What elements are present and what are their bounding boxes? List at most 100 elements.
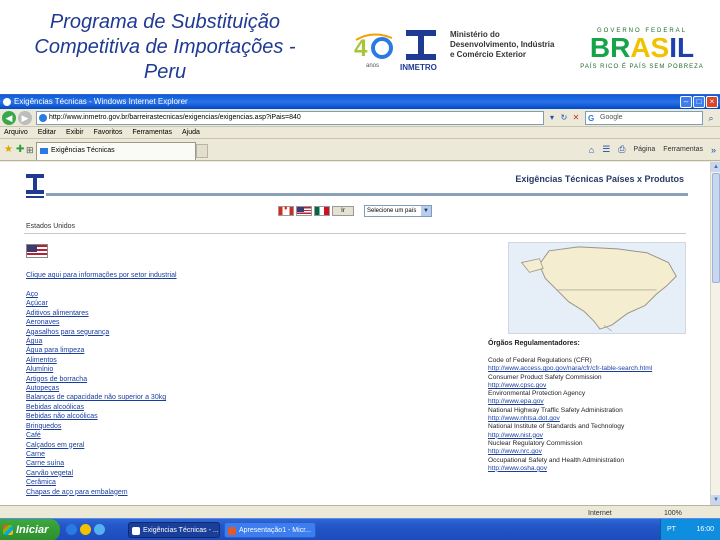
print-icon[interactable]: ⎙ (618, 144, 625, 155)
product-category-list: Aço Açúcar Aditivos alimentares Aeronaves Ag… (26, 290, 166, 497)
chevron-down-icon[interactable]: ▼ (421, 206, 431, 216)
divider (24, 233, 686, 234)
window-titlebar[interactable]: Exigências Técnicas - Windows Internet E… (0, 95, 720, 109)
category-link[interactable]: Chapas de aço para embalagem (26, 488, 166, 497)
organ-url-link[interactable]: http://www.nrc.gov (488, 448, 703, 456)
page-menu[interactable]: Página (634, 146, 656, 153)
maximize-button[interactable]: □ (693, 96, 705, 108)
category-link[interactable]: Carne (26, 450, 166, 459)
start-label: Iniciar (16, 524, 49, 536)
organ-name: Occupational Safety and Health Administr… (488, 456, 624, 464)
category-link[interactable]: Autopeças (26, 384, 166, 393)
add-favorites-icon[interactable]: ✚ (16, 144, 24, 155)
organ-url-link[interactable]: http://www.cpsc.gov (488, 382, 703, 390)
inmetro-page-logo (26, 174, 44, 198)
ministry-line2: Desenvolvimento, Indústria (450, 40, 555, 49)
flag-usa-icon[interactable] (296, 206, 312, 216)
system-tray: PT 16:00 (660, 519, 720, 540)
category-link[interactable]: Bebidas não alcoólicas (26, 412, 166, 421)
organ-url-link[interactable]: http://www.epa.gov (488, 398, 703, 406)
quicklaunch-desktop-icon[interactable] (94, 524, 105, 535)
menu-favoritos[interactable]: Favoritos (94, 127, 123, 138)
category-link[interactable]: Água (26, 337, 166, 346)
search-input[interactable]: G Google (585, 111, 703, 125)
category-link[interactable]: Aeronaves (26, 318, 166, 327)
window-title: Exigências Técnicas - Windows Internet E… (14, 97, 188, 106)
category-link[interactable]: Água para limpeza (26, 346, 166, 355)
quick-tabs-icon[interactable]: ⊞ (26, 145, 34, 156)
window-controls: – □ × (680, 96, 718, 108)
ministry-line1: Ministério do (450, 30, 500, 39)
flag-go-button[interactable]: Ir (332, 206, 354, 216)
home-icon[interactable]: ⌂ (589, 145, 594, 155)
close-button[interactable]: × (706, 96, 718, 108)
category-link[interactable]: Aditivos alimentares (26, 309, 166, 318)
organ-url-link[interactable]: http://www.nist.gov (488, 432, 703, 440)
organ-url-link[interactable]: http://www.access.gpo.gov/nara/cfr/cfr-t… (488, 365, 703, 373)
category-link[interactable]: Artigos de borracha (26, 375, 166, 384)
feeds-icon[interactable]: ☰ (602, 144, 610, 155)
task-ie-icon (132, 527, 140, 535)
google-icon: G (588, 114, 595, 123)
category-link[interactable]: Cerâmica (26, 478, 166, 487)
scroll-down-icon[interactable]: ▼ (711, 495, 720, 505)
organ-url-link[interactable]: http://www.osha.gov (488, 465, 703, 473)
refresh-icon[interactable]: ↻ (558, 111, 570, 125)
scroll-up-icon[interactable]: ▲ (711, 162, 720, 172)
category-link[interactable]: Açúcar (26, 299, 166, 308)
category-link[interactable]: Balanças de capacidade não superior a 30… (26, 393, 166, 402)
quicklaunch-folder-icon[interactable] (80, 524, 91, 535)
back-button[interactable]: ◀ (2, 111, 16, 125)
regulatory-organs-list: Code of Federal Regulations (CFR) http://… (488, 357, 703, 473)
flag-mexico-icon[interactable] (314, 206, 330, 216)
flag-usa-large-icon (26, 244, 48, 258)
taskbar: Iniciar Exigências Técnicas - ... Aprese… (0, 518, 720, 540)
task-label-2: Apresentação1 - Micr... (239, 527, 311, 534)
start-button[interactable]: Iniciar (0, 519, 60, 540)
language-indicator[interactable]: PT (667, 519, 676, 540)
category-link[interactable]: Bebidas alcoólicas (26, 403, 166, 412)
search-icon[interactable]: ⌕ (704, 111, 718, 125)
tab-exigencias[interactable]: Exigências Técnicas (36, 142, 196, 160)
category-link[interactable]: Carvão vegetal (26, 469, 166, 478)
task-apresentacao[interactable]: Apresentação1 - Micr... (224, 522, 316, 538)
tools-menu[interactable]: Ferramentas (663, 146, 703, 153)
organ-url-link[interactable]: http://www.nhtsa.dot.gov (488, 415, 703, 423)
url-input[interactable]: http://www.inmetro.gov.br/barreirastecni… (36, 111, 544, 125)
tab-bar: ★ ✚ ⊞ Exigências Técnicas ⌂ ☰ ⎙ Página F… (0, 139, 720, 161)
browser-window: Exigências Técnicas - Windows Internet E… (0, 94, 720, 519)
category-link[interactable]: Calçados em geral (26, 441, 166, 450)
flag-canada-icon[interactable] (278, 205, 294, 216)
task-exigencias[interactable]: Exigências Técnicas - ... (128, 522, 220, 538)
category-link[interactable]: Aço (26, 290, 166, 299)
category-link[interactable]: Brinquedos (26, 422, 166, 431)
vertical-scrollbar[interactable]: ▲ ▼ (710, 162, 720, 505)
inmetro-logo: INMETRO (400, 30, 437, 72)
menu-editar[interactable]: Editar (38, 127, 56, 138)
country-flags: Ir (278, 205, 354, 216)
status-bar: Internet 100% (0, 505, 720, 519)
new-tab-button[interactable] (196, 144, 208, 158)
menu-ferramentas[interactable]: Ferramentas (132, 127, 172, 138)
stop-icon[interactable]: ✕ (570, 111, 582, 125)
category-link[interactable]: Café (26, 431, 166, 440)
gov-brasil-wordmark: BRASIL (589, 32, 695, 63)
country-select[interactable]: Selecione um país ▼ (364, 205, 432, 217)
quicklaunch-ie-icon[interactable] (66, 524, 77, 535)
menu-ajuda[interactable]: Ajuda (182, 127, 200, 138)
slide-title: Programa de Substituição Competitiva de … (6, 10, 324, 85)
forward-button[interactable]: ▶ (18, 111, 32, 125)
category-link[interactable]: Alimentos (26, 356, 166, 365)
menu-exibir[interactable]: Exibir (66, 127, 84, 138)
scroll-thumb[interactable] (712, 173, 720, 283)
windows-logo-icon (3, 525, 13, 535)
category-link[interactable]: Carne suína (26, 459, 166, 468)
category-link[interactable]: Agasalhos para segurança (26, 328, 166, 337)
minimize-button[interactable]: – (680, 96, 692, 108)
menu-arquivo[interactable]: Arquivo (4, 127, 28, 138)
category-link[interactable]: Alumínio (26, 365, 166, 374)
chevron-right-icon[interactable]: » (711, 145, 716, 155)
info-sector-link[interactable]: Clique aqui para informações por setor i… (26, 272, 177, 279)
dropdown-arrow-icon[interactable]: ▾ (546, 111, 558, 125)
favorites-star-icon[interactable]: ★ (4, 144, 13, 155)
